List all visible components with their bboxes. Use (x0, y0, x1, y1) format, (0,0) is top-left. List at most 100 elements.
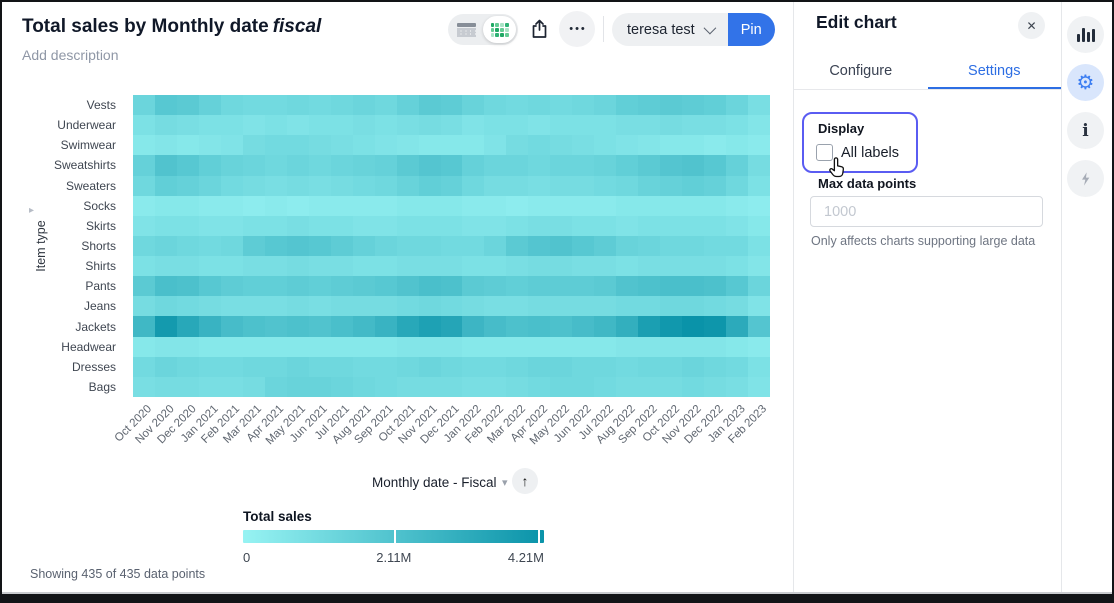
heatmap-cell[interactable] (704, 296, 726, 316)
heatmap-cell[interactable] (616, 236, 638, 256)
heatmap-cell[interactable] (550, 135, 572, 155)
heatmap-cell[interactable] (177, 196, 199, 216)
heatmap-cell[interactable] (199, 236, 221, 256)
heatmap-cell[interactable] (287, 337, 309, 357)
heatmap-cell[interactable] (572, 357, 594, 377)
heatmap-cell[interactable] (397, 135, 419, 155)
heatmap-cell[interactable] (419, 357, 441, 377)
heatmap-cell[interactable] (726, 236, 748, 256)
heatmap-cell[interactable] (594, 357, 616, 377)
add-description[interactable]: Add description (22, 47, 119, 63)
heatmap-cell[interactable] (682, 377, 704, 397)
heatmap-cell[interactable] (265, 256, 287, 276)
heatmap-cell[interactable] (287, 276, 309, 296)
heatmap-cell[interactable] (133, 176, 155, 196)
heatmap-cell[interactable] (353, 256, 375, 276)
heatmap-cell[interactable] (616, 357, 638, 377)
heatmap-cell[interactable] (419, 155, 441, 175)
heatmap-cell[interactable] (484, 296, 506, 316)
heatmap-cell[interactable] (177, 135, 199, 155)
heatmap-cell[interactable] (572, 236, 594, 256)
info-panel-button[interactable]: i (1067, 112, 1104, 149)
heatmap-cell[interactable] (177, 176, 199, 196)
heatmap-cell[interactable] (748, 115, 770, 135)
heatmap-cell[interactable] (682, 216, 704, 236)
heatmap-cell[interactable] (221, 256, 243, 276)
heatmap-cell[interactable] (660, 176, 682, 196)
heatmap-cell[interactable] (660, 95, 682, 115)
heatmap-cell[interactable] (155, 256, 177, 276)
heatmap-cell[interactable] (419, 377, 441, 397)
heatmap-cell[interactable] (550, 115, 572, 135)
heatmap-cell[interactable] (616, 135, 638, 155)
heatmap-cell[interactable] (265, 316, 287, 336)
heatmap-cell[interactable] (462, 357, 484, 377)
heatmap-cell[interactable] (484, 216, 506, 236)
heatmap-cell[interactable] (616, 296, 638, 316)
heatmap-cell[interactable] (484, 95, 506, 115)
heatmap-cell[interactable] (726, 316, 748, 336)
heatmap-cell[interactable] (199, 276, 221, 296)
heatmap-cell[interactable] (484, 256, 506, 276)
heatmap-cell[interactable] (550, 276, 572, 296)
table-view-button[interactable] (450, 16, 483, 43)
heatmap-cell[interactable] (638, 276, 660, 296)
heatmap-cell[interactable] (726, 196, 748, 216)
heatmap-cell[interactable] (550, 357, 572, 377)
heatmap-cell[interactable] (375, 316, 397, 336)
heatmap-cell[interactable] (331, 236, 353, 256)
heatmap-cell[interactable] (221, 316, 243, 336)
tab-configure[interactable]: Configure (794, 54, 928, 88)
heatmap-cell[interactable] (594, 316, 616, 336)
heatmap-cell[interactable] (484, 357, 506, 377)
heatmap-cell[interactable] (331, 337, 353, 357)
heatmap-cell[interactable] (353, 377, 375, 397)
heatmap-cell[interactable] (243, 95, 265, 115)
heatmap-cell[interactable] (682, 337, 704, 357)
heatmap-cell[interactable] (331, 357, 353, 377)
heatmap-cell[interactable] (375, 377, 397, 397)
heatmap-cell[interactable] (375, 337, 397, 357)
heatmap-cell[interactable] (726, 176, 748, 196)
heatmap-cell[interactable] (309, 135, 331, 155)
heatmap-cell[interactable] (484, 115, 506, 135)
heatmap-cell[interactable] (638, 377, 660, 397)
heatmap-cell[interactable] (748, 196, 770, 216)
heatmap-cell[interactable] (528, 357, 550, 377)
heatmap-cell[interactable] (177, 95, 199, 115)
heatmap-cell[interactable] (550, 176, 572, 196)
heatmap-cell[interactable] (506, 316, 528, 336)
heatmap-cell[interactable] (177, 296, 199, 316)
heatmap-cell[interactable] (682, 115, 704, 135)
heatmap-cell[interactable] (133, 216, 155, 236)
heatmap-cell[interactable] (748, 155, 770, 175)
heatmap-cell[interactable] (616, 115, 638, 135)
heatmap-cell[interactable] (199, 216, 221, 236)
heatmap-cell[interactable] (199, 377, 221, 397)
heatmap-cell[interactable] (726, 377, 748, 397)
heatmap-cell[interactable] (726, 337, 748, 357)
heatmap-cell[interactable] (243, 196, 265, 216)
heatmap-cell[interactable] (397, 115, 419, 135)
heatmap-cell[interactable] (375, 155, 397, 175)
heatmap-cell[interactable] (199, 357, 221, 377)
heatmap-cell[interactable] (309, 115, 331, 135)
heatmap-cell[interactable] (419, 196, 441, 216)
heatmap-cell[interactable] (309, 176, 331, 196)
heatmap-cell[interactable] (726, 216, 748, 236)
heatmap-cell[interactable] (177, 155, 199, 175)
heatmap-cell[interactable] (594, 176, 616, 196)
heatmap-cell[interactable] (309, 95, 331, 115)
heatmap-cell[interactable] (748, 216, 770, 236)
sort-ascending-button[interactable]: ↑ (512, 468, 538, 494)
heatmap-cell[interactable] (572, 155, 594, 175)
heatmap-cell[interactable] (462, 316, 484, 336)
heatmap-cell[interactable] (704, 357, 726, 377)
heatmap-cell[interactable] (133, 256, 155, 276)
heatmap-cell[interactable] (353, 196, 375, 216)
heatmap-cell[interactable] (199, 176, 221, 196)
heatmap-cell[interactable] (506, 135, 528, 155)
heatmap-cell[interactable] (353, 357, 375, 377)
heatmap-cell[interactable] (397, 216, 419, 236)
heatmap-cell[interactable] (221, 115, 243, 135)
